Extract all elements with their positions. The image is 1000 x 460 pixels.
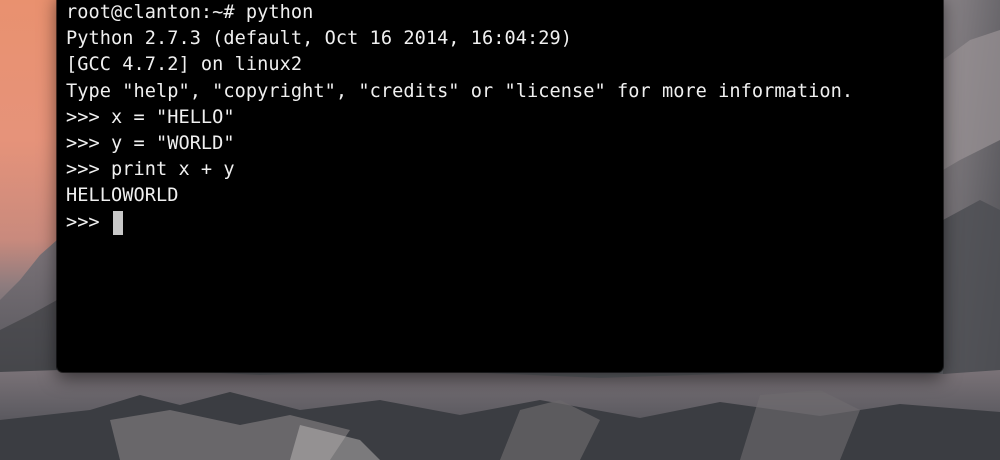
block-cursor-icon [112,210,123,235]
terminal-line: >>> print x + y [66,159,235,181]
terminal-line: >>> x = "HELLO" [66,106,235,128]
active-prompt-line[interactable]: >>> [66,210,933,236]
terminal-line: root@clanton:~# python [66,2,314,23]
terminal-output[interactable]: root@clanton:~# python Python 2.7.3 (def… [66,0,933,362]
terminal-line: >>> y = "WORLD" [66,132,235,154]
terminal-line: HELLOWORLD [66,185,179,207]
terminal-window[interactable]: root@clanton:~# python Python 2.7.3 (def… [57,0,943,372]
terminal-line: [GCC 4.7.2] on linux2 [66,54,303,76]
python-prompt: >>> [66,212,111,234]
terminal-line: Python 2.7.3 (default, Oct 16 2014, 16:0… [66,28,572,50]
terminal-line: Type "help", "copyright", "credits" or "… [66,80,854,102]
